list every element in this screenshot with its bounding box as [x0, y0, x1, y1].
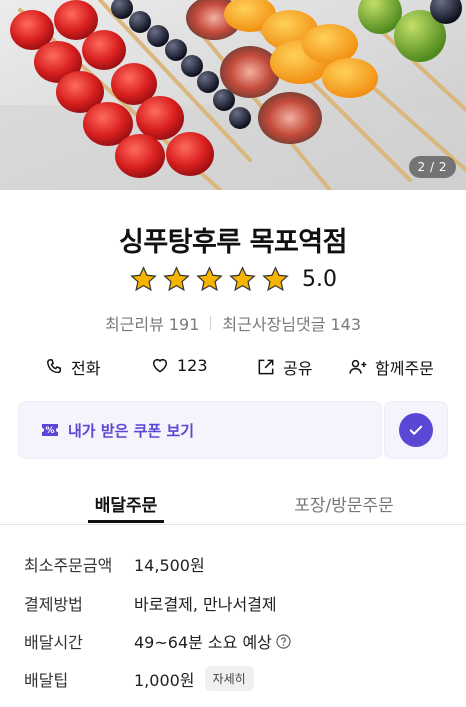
heart-icon	[153, 359, 167, 373]
payment-value: 바로결제, 만나서결제	[134, 595, 277, 614]
coupon-check-button[interactable]	[384, 401, 448, 459]
rating-value: 5.0	[302, 267, 337, 292]
check-icon	[409, 425, 423, 435]
coupon-icon: %	[42, 424, 58, 436]
star-icon	[229, 266, 256, 292]
recent-reviews-link[interactable]: 최근리뷰 191	[105, 311, 199, 335]
phone-icon	[47, 359, 61, 374]
checkmark-circle	[399, 413, 433, 447]
info-row-payment: 결제방법 바로결제, 만나서결제	[24, 591, 454, 615]
min-order-label: 최소주문금액	[24, 556, 113, 575]
like-button[interactable]: 123	[150, 355, 208, 375]
divider	[210, 316, 212, 330]
delivery-tip-value: 1,000원	[134, 670, 195, 690]
tanghulu-photo	[0, 0, 466, 190]
delivery-time-label: 배달시간	[24, 633, 83, 652]
action-bar: 전화 123 공유 함께주문	[0, 355, 466, 381]
image-page-indicator: 2 / 2	[408, 156, 456, 178]
star-icon	[130, 266, 157, 292]
call-label: 전화	[71, 359, 101, 378]
tab-pickup[interactable]: 포장/방문주문	[280, 491, 408, 516]
min-order-value: 14,500원	[134, 556, 205, 575]
share-label: 공유	[283, 359, 313, 378]
add-person-icon	[349, 359, 367, 374]
tab-delivery[interactable]: 배달주문	[88, 491, 164, 516]
info-row-delivery-tip: 배달팁 1,000원 자세히	[24, 666, 454, 691]
delivery-tip-detail-button[interactable]: 자세히	[204, 666, 254, 691]
review-summary: 최근리뷰 191 최근사장님댓글 143	[0, 311, 466, 335]
owner-replies-label: 최근사장님댓글	[222, 315, 326, 334]
owner-replies-link[interactable]: 최근사장님댓글 143	[222, 311, 361, 335]
coupon-button[interactable]: % 내가 받은 쿠폰 보기	[18, 401, 382, 459]
info-row-min-order: 최소주문금액 14,500원	[24, 552, 454, 576]
payment-label: 결제방법	[24, 595, 83, 614]
owner-replies-count: 143	[330, 315, 362, 334]
delivery-tip-label: 배달팁	[24, 670, 69, 690]
rating-row: 5.0	[0, 265, 466, 294]
star-icon	[163, 266, 190, 292]
call-button[interactable]: 전화	[44, 355, 100, 379]
group-order-button[interactable]: 함께주문	[348, 355, 434, 379]
delivery-time-value: 49~64분 소요 예상	[134, 633, 272, 652]
hero-image[interactable]: 2 / 2	[0, 0, 466, 190]
share-icon	[258, 359, 274, 375]
star-icon	[196, 266, 223, 292]
share-button[interactable]: 공유	[256, 355, 312, 379]
star-icon	[262, 266, 289, 292]
order-type-tabs: 배달주문 포장/방문주문	[0, 485, 466, 525]
recent-reviews-label: 최근리뷰	[104, 315, 164, 334]
info-row-delivery-time: 배달시간 49~64분 소요 예상	[24, 629, 454, 653]
svg-text:%: %	[45, 426, 54, 436]
like-count: 123	[177, 355, 208, 375]
recent-reviews-count: 191	[168, 315, 200, 334]
group-order-label: 함께주문	[375, 359, 434, 378]
store-name: 싱푸탕후루 목포역점	[119, 227, 347, 258]
coupon-label: 내가 받은 쿠폰 보기	[68, 421, 195, 440]
active-tab-indicator	[88, 520, 164, 523]
help-icon[interactable]	[276, 633, 291, 649]
